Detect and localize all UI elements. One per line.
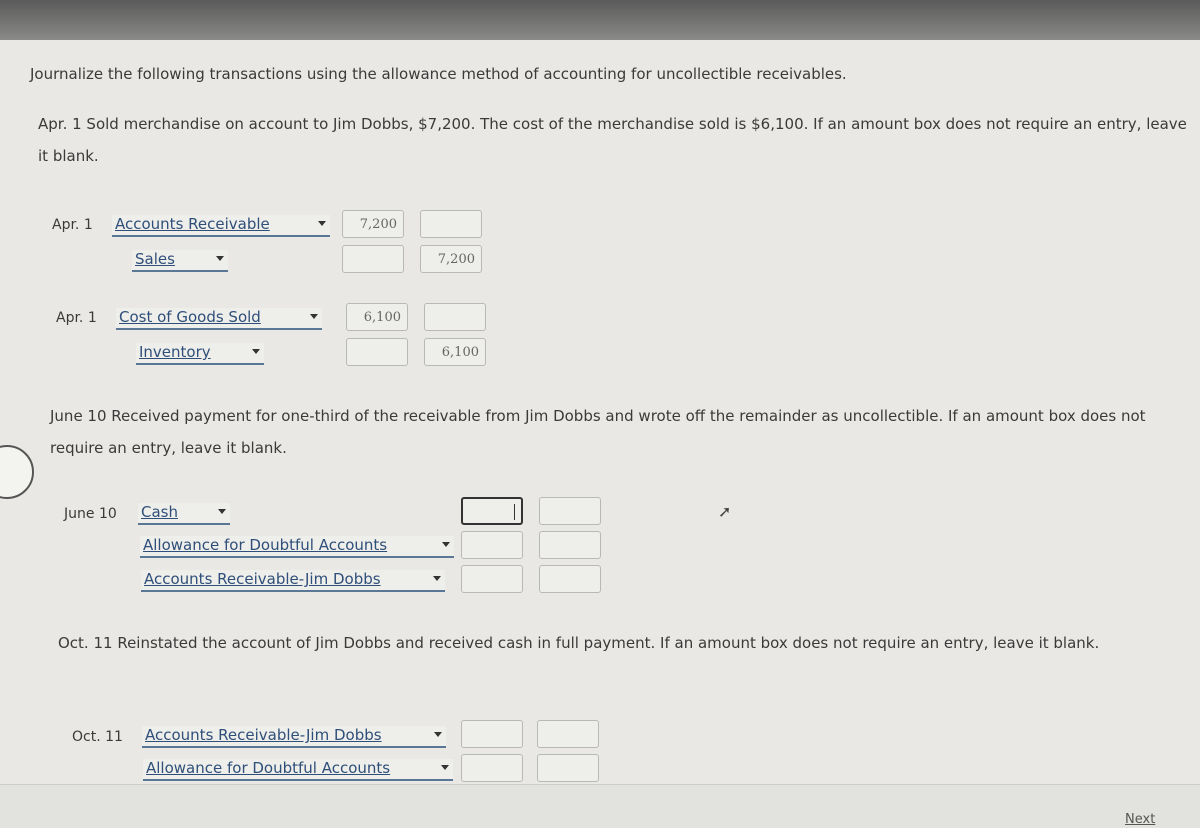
credit-input[interactable] [539, 531, 601, 559]
credit-input[interactable]: 7,200 [420, 245, 482, 273]
debit-input[interactable] [461, 720, 523, 748]
chevron-down-icon [434, 732, 442, 737]
chevron-down-icon [218, 509, 226, 514]
credit-input[interactable] [424, 303, 486, 331]
credit-input[interactable]: 6,100 [424, 338, 486, 366]
account-label: Cost of Goods Sold [119, 308, 261, 326]
debit-input[interactable] [461, 497, 523, 525]
account-select[interactable]: Allowance for Doubtful Accounts [143, 759, 453, 781]
debit-input[interactable] [461, 531, 523, 559]
bottom-nav-bar [0, 784, 1200, 828]
debit-input[interactable] [461, 565, 523, 593]
debit-input[interactable] [461, 754, 523, 782]
transaction-prompt-june10: June 10 Received payment for one-third o… [50, 407, 1146, 457]
account-label: Allowance for Doubtful Accounts [143, 536, 388, 554]
entry-date: June 10 [64, 506, 117, 522]
credit-input[interactable] [539, 565, 601, 593]
chevron-down-icon [442, 542, 450, 547]
credit-input[interactable] [420, 210, 482, 238]
back-button[interactable] [0, 445, 34, 499]
account-label: Accounts Receivable-Jim Dobbs [145, 726, 382, 744]
mouse-cursor-icon: ➚ [718, 502, 732, 521]
credit-input[interactable] [539, 497, 601, 525]
entry-date: Apr. 1 [52, 217, 93, 233]
next-button[interactable]: Next [1125, 812, 1155, 827]
chevron-down-icon [252, 349, 260, 354]
chevron-down-icon [441, 765, 449, 770]
account-label: Accounts Receivable-Jim Dobbs [144, 570, 381, 588]
account-select[interactable]: Allowance for Doubtful Accounts [140, 536, 454, 558]
account-label: Accounts Receivable [115, 215, 270, 233]
entry-date: Apr. 1 [56, 310, 97, 326]
chevron-down-icon [310, 314, 318, 319]
transaction-prompt-apr1: Apr. 1 Sold merchandise on account to Ji… [38, 115, 1187, 165]
account-label: Cash [141, 503, 178, 521]
debit-input[interactable] [346, 338, 408, 366]
entry-date: Oct. 11 [72, 729, 123, 745]
debit-input[interactable]: 6,100 [346, 303, 408, 331]
chevron-down-icon [216, 256, 224, 261]
account-select[interactable]: Accounts Receivable-Jim Dobbs [141, 570, 445, 592]
credit-input[interactable] [537, 754, 599, 782]
account-select[interactable]: Accounts Receivable-Jim Dobbs [142, 726, 446, 748]
credit-input[interactable] [537, 720, 599, 748]
account-select[interactable]: Inventory [136, 343, 264, 365]
account-select[interactable]: Cost of Goods Sold [116, 308, 322, 330]
account-label: Inventory [139, 343, 211, 361]
debit-input[interactable]: 7,200 [342, 210, 404, 238]
chevron-down-icon [318, 221, 326, 226]
account-label: Sales [135, 250, 175, 268]
transaction-prompt-oct11: Oct. 11 Reinstated the account of Jim Do… [58, 634, 1100, 652]
instructions: Journalize the following transactions us… [30, 65, 847, 83]
account-select[interactable]: Accounts Receivable [112, 215, 330, 237]
account-label: Allowance for Doubtful Accounts [146, 759, 391, 777]
account-select[interactable]: Sales [132, 250, 228, 272]
account-select[interactable]: Cash [138, 503, 230, 525]
window-top-bar [0, 0, 1200, 40]
chevron-down-icon [433, 576, 441, 581]
debit-input[interactable] [342, 245, 404, 273]
